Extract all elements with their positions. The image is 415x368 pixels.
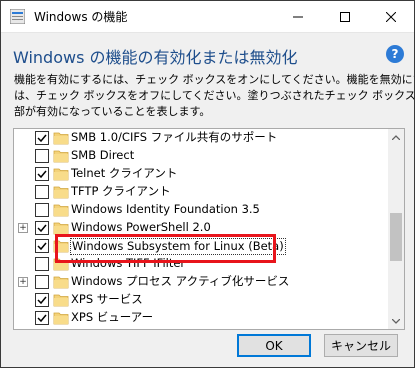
feature-row[interactable]: XPS サービス	[14, 291, 388, 309]
checkmark-icon	[37, 314, 47, 323]
feature-checkbox[interactable]	[35, 185, 49, 199]
feature-checkbox[interactable]	[35, 149, 49, 163]
window-title: Windows の機能	[34, 10, 128, 24]
feature-checkbox[interactable]	[35, 131, 49, 145]
checkmark-icon	[37, 242, 47, 251]
feature-checkbox[interactable]	[35, 275, 49, 289]
close-icon	[386, 11, 396, 22]
folder-icon	[53, 150, 69, 163]
scrollbar-thumb[interactable]	[390, 213, 402, 261]
feature-checkbox[interactable]	[35, 221, 49, 235]
feature-checkbox[interactable]	[35, 257, 49, 271]
folder-icon	[53, 132, 69, 145]
help-icon[interactable]: ?	[386, 45, 404, 63]
feature-row[interactable]: XPS ビューアー	[14, 309, 388, 327]
feature-row[interactable]: Telnet クライアント	[14, 165, 388, 183]
description-line: 部が有効になっていることを表します。	[14, 105, 211, 118]
feature-tree[interactable]: SMB 1.0/CIFS ファイル共有のサポート SMB Direct Telnet…	[13, 128, 405, 330]
chevron-down-icon	[392, 318, 400, 324]
feature-label: Windows Identity Foundation 3.5	[71, 202, 260, 216]
checkmark-icon	[37, 170, 47, 179]
checkmark-icon	[37, 224, 47, 233]
feature-label: SMB 1.0/CIFS ファイル共有のサポート	[71, 130, 278, 144]
folder-icon	[53, 186, 69, 199]
feature-checkbox[interactable]	[35, 311, 49, 325]
feature-checkbox[interactable]	[35, 239, 49, 253]
windows-features-dialog: Windows の機能 Windows の機能の有効化または無効化 ? 機能を有…	[0, 0, 415, 368]
expand-icon[interactable]: +	[18, 277, 28, 287]
feature-label: SMB Direct	[71, 148, 135, 162]
feature-label: Windows プロセス アクティブ化サービス	[71, 274, 290, 288]
scroll-up-button[interactable]	[388, 129, 404, 145]
feature-label: XPS ビューアー	[71, 310, 154, 324]
windows-features-icon	[10, 9, 25, 24]
description: 機能を有効にするには、チェック ボックスをオンにしてください。機能を無効にするに…	[14, 72, 415, 120]
feature-label: Windows PowerShell 2.0	[71, 220, 211, 234]
scroll-down-button[interactable]	[388, 313, 404, 329]
minimize-button[interactable]	[275, 1, 321, 32]
description-line: 機能を有効にするには、チェック ボックスをオンにしてください。機能を無効にするに	[14, 73, 415, 86]
feature-checkbox[interactable]	[35, 293, 49, 307]
folder-icon	[53, 222, 69, 235]
highlight-annotation	[55, 234, 276, 263]
cancel-button[interactable]: キャンセル	[324, 334, 398, 357]
description-line: は、チェック ボックスをオフにしてください。塗りつぶされたチェック ボックスは、…	[14, 89, 415, 102]
chevron-up-icon	[392, 134, 400, 140]
feature-label: TFTP クライアント	[71, 184, 171, 198]
minimize-icon	[293, 16, 303, 17]
vertical-scrollbar[interactable]	[388, 129, 404, 329]
folder-icon	[53, 204, 69, 217]
maximize-icon	[340, 11, 350, 22]
feature-checkbox[interactable]	[35, 203, 49, 217]
feature-label: Telnet クライアント	[71, 166, 178, 180]
feature-row[interactable]: + Windows プロセス アクティブ化サービス	[14, 273, 388, 291]
folder-icon	[53, 294, 69, 307]
folder-icon	[53, 312, 69, 325]
feature-row[interactable]: SMB Direct	[14, 147, 388, 165]
maximize-button[interactable]	[322, 1, 368, 32]
dialog-heading: Windows の機能の有効化または無効化	[13, 48, 298, 67]
feature-row[interactable]: SMB 1.0/CIFS ファイル共有のサポート	[14, 129, 388, 147]
title-bar[interactable]: Windows の機能	[1, 1, 414, 33]
feature-label: XPS サービス	[71, 292, 143, 306]
checkmark-icon	[37, 296, 47, 305]
feature-row[interactable]: Windows Identity Foundation 3.5	[14, 201, 388, 219]
folder-icon	[53, 276, 69, 289]
feature-checkbox[interactable]	[35, 167, 49, 181]
ok-button[interactable]: OK	[237, 334, 311, 357]
feature-row[interactable]: TFTP クライアント	[14, 183, 388, 201]
expand-icon[interactable]: +	[18, 223, 28, 233]
folder-icon	[53, 168, 69, 181]
checkmark-icon	[37, 134, 47, 143]
close-button[interactable]	[368, 1, 414, 32]
